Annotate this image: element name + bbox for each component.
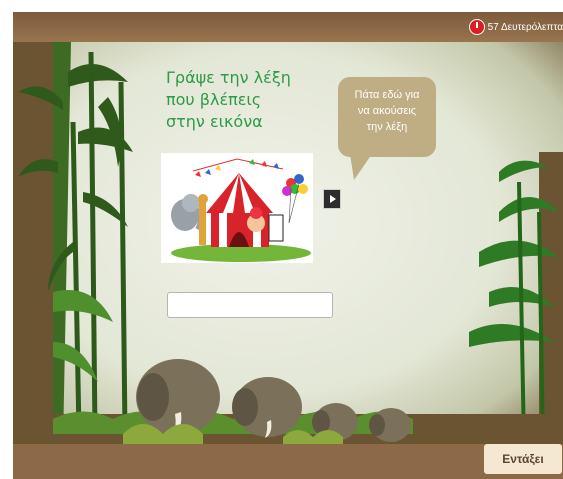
instruction-line-1: Γράψε την λέξη bbox=[166, 68, 291, 87]
play-audio-button[interactable] bbox=[323, 189, 341, 209]
speech-line-3: την λέξη bbox=[366, 121, 408, 133]
speech-bubble-tail bbox=[350, 154, 372, 180]
instruction-line-3: στην εικόνα bbox=[166, 112, 263, 131]
speech-line-2: να ακούσεις bbox=[357, 105, 417, 117]
stopwatch-icon bbox=[468, 19, 485, 35]
instruction-line-2: που βλέπεις bbox=[166, 90, 262, 109]
answer-input[interactable] bbox=[167, 292, 333, 318]
jungle-plants-right-illustration bbox=[469, 152, 563, 444]
circus-picture bbox=[161, 153, 313, 263]
instruction-text: Γράψε την λέξη που βλέπεις στην εικόνα bbox=[166, 67, 336, 133]
ok-button[interactable]: Εντάξει bbox=[484, 444, 562, 474]
speech-line-1: Πάτα εδώ για bbox=[354, 89, 420, 101]
timer-text: 57 Δευτερόλεπτα bbox=[487, 21, 563, 33]
jungle-scene: Γράψε την λέξη που βλέπεις στην εικόνα Π… bbox=[13, 42, 563, 444]
elephants-illustration bbox=[123, 359, 411, 444]
game-frame: 57 Δευτερόλεπτα Γράψε την λέξη που βλέπε… bbox=[13, 12, 563, 479]
top-bar: 57 Δευτερόλεπτα bbox=[13, 12, 563, 42]
speech-bubble: Πάτα εδώ για να ακούσεις την λέξη bbox=[338, 77, 436, 157]
timer: 57 Δευτερόλεπτα bbox=[468, 19, 563, 35]
